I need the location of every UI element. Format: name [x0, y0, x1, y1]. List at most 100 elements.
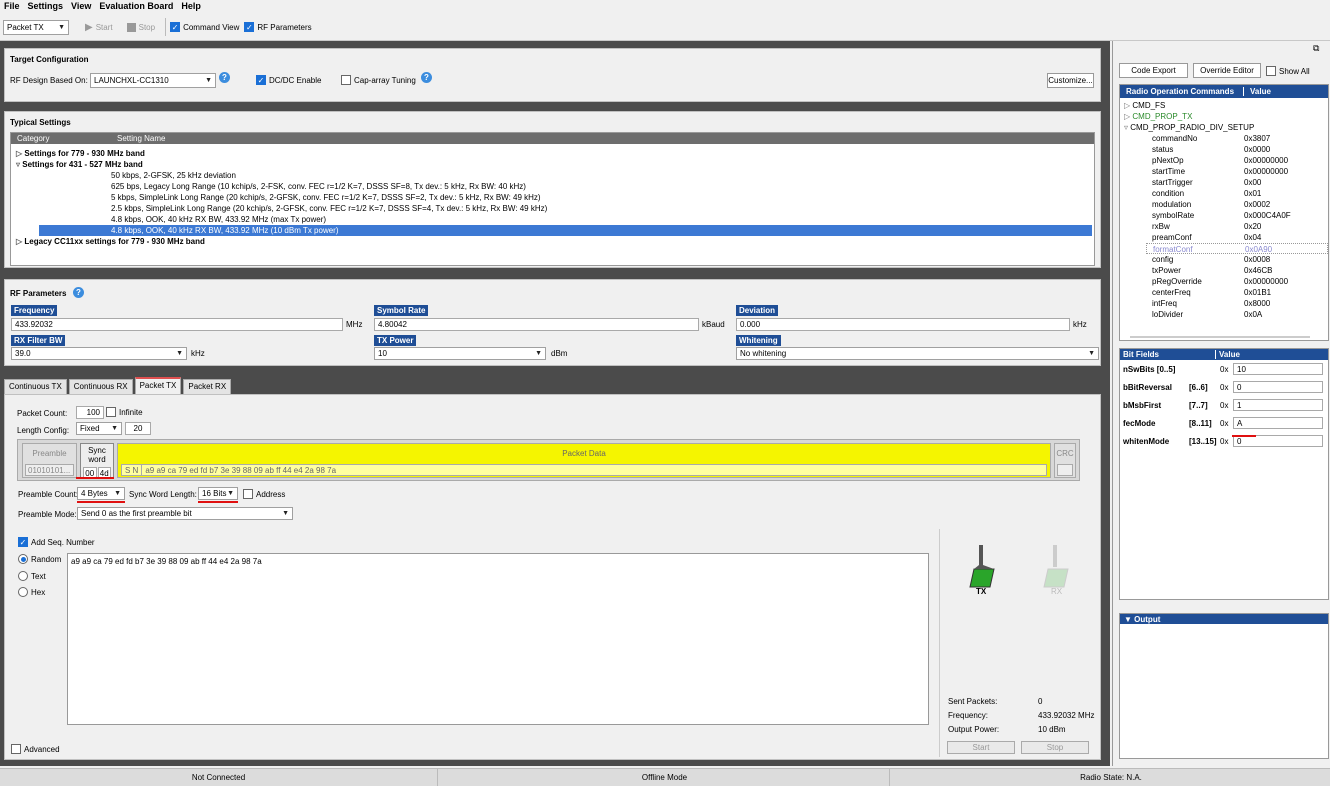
- add-seq-number-checkbox[interactable]: ✓ Add Seq. Number: [18, 537, 95, 547]
- tab-bar: Continuous TX Continuous RX Packet TX Pa…: [4, 377, 232, 394]
- command-tree: Radio Operation Commands Value ▷ CMD_FS …: [1119, 84, 1329, 341]
- customize-button[interactable]: Customize...: [1047, 73, 1094, 88]
- tree-item[interactable]: 4.8 kbps, OOK, 40 kHz RX BW, 433.92 MHz …: [11, 214, 1094, 225]
- bit-field-value[interactable]: 0: [1233, 381, 1323, 393]
- frequency-input[interactable]: 433.92032: [11, 318, 343, 331]
- infinite-label: Infinite: [119, 407, 143, 417]
- override-editor-button[interactable]: Override Editor: [1193, 63, 1261, 78]
- hex-prefix: 0x: [1220, 400, 1229, 410]
- command-field-row[interactable]: commandNo 0x3807: [1120, 133, 1328, 144]
- stop-button[interactable]: Stop: [126, 22, 155, 32]
- bit-field-value[interactable]: 1: [1233, 399, 1323, 411]
- infinite-checkbox[interactable]: Infinite: [106, 407, 143, 417]
- dcdc-enable-checkbox[interactable]: ✓ DC/DC Enable: [256, 75, 321, 85]
- menu-help[interactable]: Help: [177, 0, 205, 14]
- command-view-checkbox[interactable]: ✓ Command View: [170, 22, 239, 32]
- command-field-row[interactable]: loDivider 0x0A: [1120, 309, 1328, 320]
- help-icon[interactable]: ?: [421, 72, 432, 83]
- rf-design-select[interactable]: LAUNCHXL-CC1310 ▼: [90, 73, 216, 88]
- command-field-row[interactable]: txPower 0x46CB: [1120, 265, 1328, 276]
- length-input[interactable]: 20: [125, 422, 151, 435]
- payload-textarea[interactable]: a9 a9 ca 79 ed fd b7 3e 39 88 09 ab ff 4…: [67, 553, 929, 725]
- start-button[interactable]: ▶ Start: [85, 22, 113, 33]
- deviation-input[interactable]: 0.000: [736, 318, 1070, 331]
- random-radio[interactable]: Random: [18, 554, 61, 564]
- menu-view[interactable]: View: [67, 0, 95, 14]
- tree-group[interactable]: ▿ Settings for 431 - 527 MHz band: [11, 159, 1094, 170]
- crc-block: CRC: [1054, 443, 1076, 478]
- length-config-select[interactable]: Fixed ▼: [76, 422, 122, 435]
- advanced-checkbox[interactable]: Advanced: [11, 744, 60, 754]
- symbol-rate-input[interactable]: 4.80042: [374, 318, 699, 331]
- field-name: formatConf: [1153, 245, 1193, 254]
- tab-continuous-rx[interactable]: Continuous RX: [68, 379, 133, 394]
- command-field-row[interactable]: modulation 0x0002: [1120, 199, 1328, 210]
- caret-right-icon: ▷: [1124, 112, 1131, 121]
- bit-field-range: [13..15]: [1189, 436, 1217, 446]
- col-value: Value: [1250, 87, 1271, 96]
- text-radio[interactable]: Text: [18, 571, 46, 581]
- command-item[interactable]: ▷ CMD_PROP_TX: [1120, 111, 1328, 122]
- rx-antenna-icon[interactable]: [1038, 543, 1072, 593]
- command-field-row[interactable]: condition 0x01: [1120, 188, 1328, 199]
- command-field-row[interactable]: status 0x0000: [1120, 144, 1328, 155]
- command-field-row[interactable]: pNextOp 0x00000000: [1120, 155, 1328, 166]
- code-export-button[interactable]: Code Export: [1119, 63, 1188, 78]
- tree-item[interactable]: 50 kbps, 2-GFSK, 25 kHz deviation: [11, 170, 1094, 181]
- tree-item[interactable]: 625 bps, Legacy Long Range (10 kchip/s, …: [11, 181, 1094, 192]
- chevron-down-icon: ▼: [282, 510, 289, 517]
- tab-packet-rx[interactable]: Packet RX: [183, 379, 232, 394]
- preamble-value: 01010101...: [25, 464, 74, 476]
- show-all-checkbox[interactable]: Show All: [1266, 66, 1310, 76]
- toolbar: Packet TX ▼ ▶ Start Stop ✓ Command View ✓ RF…: [0, 14, 1330, 41]
- command-field-row[interactable]: centerFreq 0x01B1: [1120, 287, 1328, 298]
- command-field-row[interactable]: config 0x0008: [1120, 254, 1328, 265]
- command-field-row[interactable]: intFreq 0x8000: [1120, 298, 1328, 309]
- menu-file[interactable]: File: [0, 0, 24, 14]
- command-field-row[interactable]: formatConf 0x0A90: [1146, 243, 1328, 254]
- command-field-row[interactable]: preamConf 0x04: [1120, 232, 1328, 243]
- rf-parameters-checkbox[interactable]: ✓ RF Parameters: [244, 22, 312, 32]
- help-icon[interactable]: ?: [73, 287, 84, 298]
- packet-count-label: Packet Count:: [17, 409, 68, 418]
- help-icon[interactable]: ?: [219, 72, 230, 83]
- address-checkbox[interactable]: Address: [243, 489, 285, 499]
- rx-filter-bw-select[interactable]: 39.0 ▼: [11, 347, 187, 360]
- command-item[interactable]: ▷ CMD_FS: [1120, 100, 1328, 111]
- command-field-row[interactable]: symbolRate 0x000C4A0F: [1120, 210, 1328, 221]
- tab-continuous-tx[interactable]: Continuous TX: [4, 379, 67, 394]
- tx-power-select[interactable]: 10 ▼: [374, 347, 546, 360]
- start-button[interactable]: Start: [947, 741, 1015, 754]
- command-item[interactable]: ▿ CMD_PROP_RADIO_DIV_SETUP: [1120, 122, 1328, 133]
- packet-count-input[interactable]: 100: [76, 406, 104, 419]
- tx-antenna-icon[interactable]: [964, 543, 998, 593]
- stop-button[interactable]: Stop: [1021, 741, 1089, 754]
- col-bit-fields: Bit Fields: [1120, 350, 1216, 359]
- horizontal-scrollbar[interactable]: [1130, 336, 1310, 338]
- restore-window-icon[interactable]: ⧉: [1313, 43, 1319, 54]
- packet-data-field[interactable]: S N a9 a9 ca 79 ed fd b7 3e 39 88 09 ab …: [121, 464, 1047, 476]
- preamble-count-select[interactable]: 4 Bytes ▼: [77, 487, 125, 500]
- tree-item[interactable]: 2.5 kbps, SimpleLink Long Range (20 kchi…: [11, 203, 1094, 214]
- tree-group[interactable]: ▷ Legacy CC11xx settings for 779 - 930 M…: [11, 236, 1094, 247]
- sync-word-length-select[interactable]: 16 Bits ▼: [198, 487, 238, 500]
- target-configuration-title: Target Configuration: [10, 55, 89, 64]
- command-field-row[interactable]: pRegOverride 0x00000000: [1120, 276, 1328, 287]
- preamble-mode-select[interactable]: Send 0 as the first preamble bit ▼: [77, 507, 293, 520]
- tree-item[interactable]: 5 kbps, SimpleLink Long Range (20 kchip/…: [11, 192, 1094, 203]
- field-value: 0x46CB: [1244, 266, 1273, 275]
- tree-group[interactable]: ▷ Settings for 779 - 930 MHz band: [11, 148, 1094, 159]
- whitening-select[interactable]: No whitening ▼: [736, 347, 1099, 360]
- cap-array-checkbox[interactable]: Cap-array Tuning: [341, 75, 416, 85]
- command-field-row[interactable]: startTrigger 0x00: [1120, 177, 1328, 188]
- command-field-row[interactable]: rxBw 0x20: [1120, 221, 1328, 232]
- tree-item-selected[interactable]: 4.8 kbps, OOK, 40 kHz RX BW, 433.92 MHz …: [39, 225, 1092, 236]
- hex-radio[interactable]: Hex: [18, 587, 45, 597]
- bit-field-value[interactable]: 10: [1233, 363, 1323, 375]
- mode-select[interactable]: Packet TX ▼: [3, 19, 69, 35]
- command-field-row[interactable]: startTime 0x00000000: [1120, 166, 1328, 177]
- bit-field-value[interactable]: A: [1233, 417, 1323, 429]
- menu-evaluation-board[interactable]: Evaluation Board: [95, 0, 177, 14]
- menu-settings[interactable]: Settings: [24, 0, 68, 14]
- tab-packet-tx[interactable]: Packet TX: [134, 377, 182, 394]
